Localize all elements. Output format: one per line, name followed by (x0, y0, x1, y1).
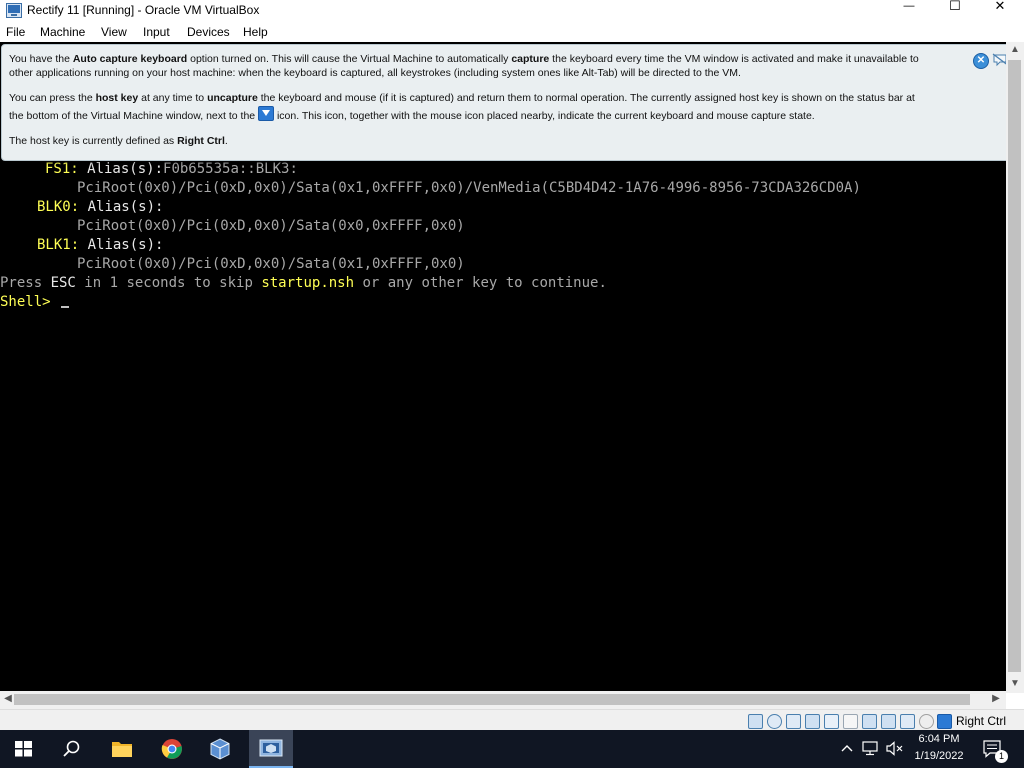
notice-bold: capture (511, 53, 550, 65)
press-text: Press (0, 275, 51, 291)
auto-capture-notification: You have the Auto capture keyboard optio… (1, 44, 1021, 161)
fs1-label: FS1: (45, 161, 79, 177)
esc-key-text: ESC (50, 275, 76, 291)
optical-drive-icon[interactable] (767, 714, 782, 729)
chevron-up-icon[interactable] (840, 742, 854, 754)
notice-bold: Auto capture keyboard (72, 53, 188, 65)
virtualbox-vm-taskbar-button[interactable] (249, 730, 293, 768)
blk0-label: BLK0: (37, 199, 80, 215)
skip-text: in 1 seconds to skip (75, 275, 262, 291)
fs1-alias-value: F0b65535a::BLK3: (163, 161, 298, 177)
network-icon[interactable] (805, 714, 820, 729)
host-key-icon (258, 105, 275, 121)
video-capture-icon[interactable] (881, 714, 896, 729)
windows-taskbar: 6:04 PM 1/19/2022 1 (0, 730, 1024, 768)
close-notification-icon[interactable]: ✕ (973, 53, 989, 69)
chrome-icon[interactable] (161, 738, 183, 760)
fs1-path: PciRoot(0x0)/Pci(0xD,0x0)/Sata(0x1,0xFFF… (77, 180, 861, 196)
menu-help[interactable]: Help (243, 25, 268, 39)
notice-bold: Right Ctrl (177, 135, 225, 147)
cpu-icon[interactable] (900, 714, 915, 729)
notice-text: the keyboard every time the VM window is… (549, 53, 919, 65)
notice-text: at any time to (138, 92, 208, 104)
notice-text: You have the (9, 53, 73, 65)
usb-icon[interactable] (824, 714, 839, 729)
display-icon[interactable] (862, 714, 877, 729)
blk0-alias: Alias(s): (79, 199, 164, 215)
notice-bold: host key (95, 92, 139, 104)
shell-prompt-line[interactable]: Shell> (0, 293, 70, 312)
menu-devices[interactable]: Devices (187, 25, 230, 39)
notice-paragraph-1: You have the Auto capture keyboard optio… (9, 53, 919, 80)
start-icon[interactable] (15, 741, 32, 757)
terminal-line-blk1: BLK1: Alias(s): (0, 236, 163, 255)
minimize-button[interactable]: — (886, 0, 932, 14)
menu-machine[interactable]: Machine (40, 25, 85, 39)
notice-text: option turned on. This will cause the Vi… (187, 53, 512, 65)
virtualbox-icon[interactable] (208, 737, 232, 761)
notice-text: The host key is currently defined as (9, 135, 178, 147)
menu-view[interactable]: View (101, 25, 127, 39)
notification-count-badge: 1 (995, 750, 1008, 763)
volume-muted-icon[interactable] (886, 741, 904, 756)
scroll-down-icon[interactable]: ▼ (1008, 678, 1022, 689)
fs1-alias: Alias(s): (78, 161, 164, 177)
notice-paragraph-3: The host key is currently defined as Rig… (9, 135, 228, 149)
notice-text: icon. This icon, together with the mouse… (274, 109, 815, 122)
virtualbox-vm-icon (259, 739, 283, 757)
clock-time[interactable]: 6:04 PM (909, 733, 969, 745)
horizontal-scroll-thumb[interactable] (14, 694, 970, 705)
scroll-left-icon[interactable]: ◀ (2, 693, 14, 704)
search-icon[interactable] (63, 740, 81, 758)
blk1-alias: Alias(s): (79, 237, 164, 253)
notice-bold: uncapture (207, 92, 258, 104)
continue-text: or any other key to continue. (354, 275, 607, 291)
notice-text: the bottom of the Virtual Machine window… (9, 109, 259, 122)
notice-paragraph-2: You can press the host key at any time t… (9, 92, 915, 123)
blk0-path: PciRoot(0x0)/Pci(0xD,0x0)/Sata(0x0,0xFFF… (77, 218, 465, 234)
menu-file[interactable]: File (6, 25, 25, 39)
blk1-path: PciRoot(0x0)/Pci(0xD,0x0)/Sata(0x1,0xFFF… (77, 256, 465, 272)
blk1-label: BLK1: (37, 237, 80, 253)
audio-icon[interactable] (786, 714, 801, 729)
terminal-line-fs1: FS1: Alias(s):F0b65535a::BLK3: (0, 160, 298, 179)
network-tray-icon[interactable] (862, 741, 880, 756)
vertical-scroll-thumb[interactable] (1008, 60, 1021, 672)
text-cursor (61, 306, 70, 308)
menu-bar: File Machine View Input Devices Help (0, 22, 1024, 42)
keyboard-capture-icon[interactable] (937, 714, 952, 729)
notice-text: You can press the (9, 92, 96, 104)
terminal-line-blk0: BLK0: Alias(s): (0, 198, 163, 217)
host-key-label: Right Ctrl (956, 714, 1007, 728)
shell-prompt: Shell> (0, 294, 60, 310)
scroll-up-icon[interactable]: ▲ (1008, 44, 1022, 55)
hard-disk-icon[interactable] (748, 714, 763, 729)
notice-text: other applications running on your host … (9, 66, 741, 79)
clock-date[interactable]: 1/19/2022 (909, 750, 969, 762)
startup-nsh-text: startup.nsh (261, 275, 355, 291)
mouse-integration-icon[interactable] (919, 714, 934, 729)
vm-status-bar: Right Ctrl (0, 709, 1024, 731)
scroll-right-icon[interactable]: ▶ (990, 693, 1002, 704)
close-button[interactable]: ✕ (977, 0, 1023, 14)
shared-folders-icon[interactable] (843, 714, 858, 729)
window-title: Rectify 11 [Running] - Oracle VM Virtual… (27, 3, 260, 17)
window-title-bar[interactable]: Rectify 11 [Running] - Oracle VM Virtual… (0, 0, 1024, 22)
file-explorer-icon[interactable] (111, 739, 133, 759)
notice-text: . (224, 135, 228, 147)
maximize-button[interactable]: ☐ (932, 0, 978, 14)
menu-input[interactable]: Input (143, 25, 170, 39)
startup-message: Press ESC in 1 seconds to skip startup.n… (0, 274, 607, 293)
virtualbox-app-icon (6, 3, 22, 18)
notice-text: the keyboard and mouse (if it is capture… (257, 92, 915, 104)
